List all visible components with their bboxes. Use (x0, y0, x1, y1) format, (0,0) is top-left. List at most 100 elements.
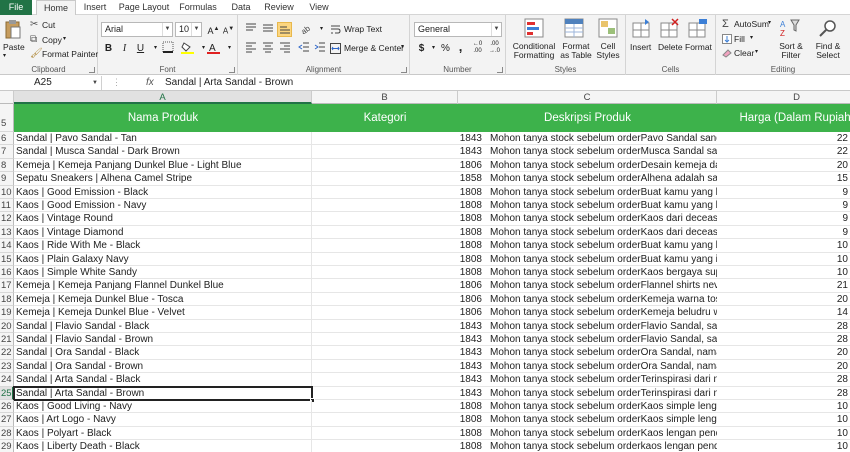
cell-nama-produk[interactable]: Sandal | Flavio Sandal - Black (14, 319, 312, 333)
format-as-table-button[interactable]: Format as Table (560, 42, 592, 60)
cell-deskripsi[interactable]: Mohon tanya stock sebelum orderFlannel s… (486, 279, 717, 292)
cell-kategori[interactable]: 1858 (312, 172, 484, 185)
clear-icon[interactable] (722, 48, 732, 61)
cell-nama-produk[interactable]: Kaos | Polyart - Black (14, 426, 312, 440)
cell-nama-produk[interactable]: Kemeja | Kemeja Panjang Flannel Dunkel B… (14, 279, 312, 293)
underline-button[interactable]: U (133, 41, 148, 56)
cell-kategori[interactable]: 1808 (312, 440, 484, 452)
cell-nama-produk[interactable]: Kaos | Liberty Death - Black (14, 440, 312, 452)
grow-font-icon[interactable]: A▲ (206, 22, 221, 37)
cell-deskripsi[interactable]: Mohon tanya stock sebelum orderKaos berg… (486, 266, 717, 279)
align-center-icon[interactable] (260, 41, 275, 56)
alignment-launcher-icon[interactable] (401, 67, 407, 73)
row-header[interactable]: 6 (0, 132, 14, 146)
row-header[interactable]: 11 (0, 199, 14, 213)
cell-harga[interactable]: 20 (717, 360, 850, 373)
formula-input[interactable]: Sandal | Arta Sandal - Brown (165, 76, 293, 90)
clear-dropdown-icon[interactable]: ▾ (755, 48, 758, 55)
cell-deskripsi[interactable]: Mohon tanya stock sebelum orderDesain ke… (486, 159, 717, 172)
cell-kategori[interactable]: 1806 (312, 293, 484, 306)
copy-dropdown-icon[interactable]: ▾ (63, 35, 66, 42)
cell-kategori[interactable]: 1843 (312, 333, 484, 346)
number-format-select[interactable]: General ▼ (414, 22, 502, 37)
cell-deskripsi[interactable]: Mohon tanya stock sebelum orderFlavio Sa… (486, 320, 717, 333)
clear-button[interactable]: Clear (734, 48, 754, 58)
row-header[interactable]: 7 (0, 145, 14, 159)
cell-deskripsi[interactable]: Mohon tanya stock sebelum orderBuat kamu… (486, 239, 717, 252)
cell-nama-produk[interactable]: Sandal | Musca Sandal - Dark Brown (14, 145, 312, 159)
sort-filter-icon[interactable]: AZ (780, 18, 800, 41)
cell-nama-produk[interactable]: Kemeja | Kemeja Panjang Dunkel Blue - Li… (14, 158, 312, 172)
cell-deskripsi[interactable]: Mohon tanya stock sebelum orderAlhena ad… (486, 172, 717, 185)
cell-harga[interactable]: 20 (717, 159, 850, 172)
autosum-button[interactable]: AutoSum (734, 19, 769, 29)
align-right-icon[interactable] (277, 41, 292, 56)
cell-deskripsi[interactable]: Mohon tanya stock sebelum orderKaos dari… (486, 212, 717, 225)
cell-kategori[interactable]: 1808 (312, 212, 484, 225)
column-header-d[interactable]: D (717, 91, 850, 104)
orientation-dropdown-icon[interactable]: ▾ (314, 22, 329, 37)
name-box[interactable]: A25 ▼ (0, 76, 102, 90)
cell-kategori[interactable]: 1808 (312, 427, 484, 440)
row-header[interactable]: 8 (0, 158, 14, 173)
align-middle-icon[interactable] (260, 22, 275, 37)
cell-deskripsi[interactable]: Mohon tanya stock sebelum orderKaos simp… (486, 400, 717, 413)
cell-nama-produk[interactable]: Sandal | Pavo Sandal - Tan (14, 132, 312, 145)
autosum-dropdown-icon[interactable]: ▾ (768, 19, 771, 26)
row-header[interactable]: 14 (0, 239, 14, 253)
row-header[interactable]: 5 (0, 104, 14, 132)
format-as-table-icon[interactable] (564, 18, 584, 41)
tab-home[interactable]: Home (36, 0, 76, 16)
cell-nama-produk[interactable]: Sepatu Sneakers | Alhena Camel Stripe (14, 172, 312, 186)
row-header[interactable]: 24 (0, 373, 14, 387)
cell-harga[interactable]: 20 (717, 293, 850, 306)
cell-nama-produk[interactable]: Kaos | Good Living - Navy (14, 400, 312, 413)
cell-kategori[interactable]: 1843 (312, 373, 484, 386)
cell-kategori[interactable]: 1806 (312, 279, 484, 292)
sort-filter-button[interactable]: Sort & Filter (774, 42, 808, 60)
cell-kategori[interactable]: 1843 (312, 145, 484, 158)
cell-harga[interactable]: 9 (717, 212, 850, 225)
cell-harga[interactable]: 10 (717, 253, 850, 266)
cell-deskripsi[interactable]: Mohon tanya stock sebelum orderBuat kamu… (486, 253, 717, 266)
row-header[interactable]: 9 (0, 172, 14, 186)
decrease-decimal-icon[interactable]: .00 →.0 (487, 41, 502, 56)
fill-icon[interactable] (722, 34, 732, 47)
fill-button[interactable]: Fill (734, 34, 745, 44)
insert-button[interactable]: Insert (630, 42, 651, 52)
cell-deskripsi[interactable]: Mohon tanya stock sebelum orderMusca San… (486, 145, 717, 158)
tab-insert[interactable]: Insert (80, 0, 110, 15)
wrap-text-icon[interactable] (330, 24, 341, 38)
cell-kategori[interactable]: 1843 (312, 387, 484, 400)
tab-view[interactable]: View (306, 0, 332, 15)
row-header[interactable]: 13 (0, 225, 14, 240)
row-header[interactable]: 22 (0, 346, 14, 360)
cell-deskripsi[interactable]: Mohon tanya stock sebelum orderkaos leng… (486, 440, 717, 452)
format-button[interactable]: Format (685, 42, 712, 52)
cell-harga[interactable]: 28 (717, 373, 850, 386)
row-header[interactable]: 16 (0, 266, 14, 280)
cell-harga[interactable]: 9 (717, 199, 850, 212)
cell-nama-produk[interactable]: Kaos | Simple White Sandy (14, 266, 312, 279)
cell-kategori[interactable]: 1808 (312, 413, 484, 426)
font-color-icon[interactable]: A (206, 41, 221, 56)
cell-deskripsi[interactable]: Mohon tanya stock sebelum orderTerinspir… (486, 387, 717, 400)
cell-harga[interactable]: 9 (717, 226, 850, 239)
cut-icon[interactable]: ✂ (30, 19, 38, 30)
cell-kategori[interactable]: 1808 (312, 266, 484, 279)
font-name-select[interactable]: Arial ▼ (101, 22, 173, 37)
cell-kategori[interactable]: 1843 (312, 346, 484, 359)
cell-deskripsi[interactable]: Mohon tanya stock sebelum orderKaos dari… (486, 226, 717, 239)
cell-nama-produk[interactable]: Sandal | Ora Sandal - Brown (14, 359, 312, 373)
cell-deskripsi[interactable]: Mohon tanya stock sebelum orderKemeja be… (486, 306, 717, 319)
chevron-down-icon[interactable]: ▼ (92, 76, 98, 90)
row-header[interactable]: 17 (0, 279, 14, 293)
cell-styles-icon[interactable] (598, 18, 618, 41)
align-left-icon[interactable] (243, 41, 258, 56)
cell-harga[interactable]: 10 (717, 413, 850, 426)
fill-color-icon[interactable] (180, 41, 195, 56)
cell-deskripsi[interactable]: Mohon tanya stock sebelum orderKaos leng… (486, 427, 717, 440)
cell-harga[interactable]: 22 (717, 132, 850, 145)
cell-nama-produk[interactable]: Sandal | Flavio Sandal - Brown (14, 333, 312, 346)
bold-button[interactable]: B (101, 41, 116, 56)
